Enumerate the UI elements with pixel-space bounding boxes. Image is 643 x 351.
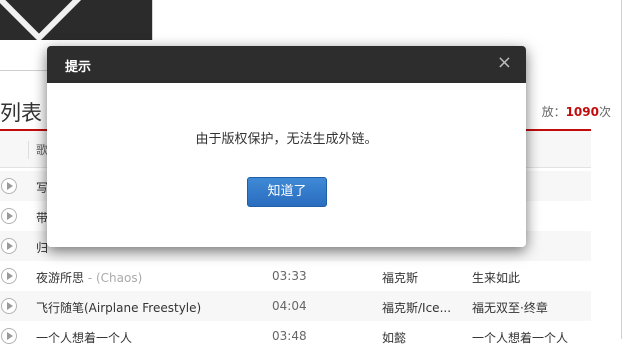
dialog-title: 提示	[65, 60, 92, 75]
song-duration: 03:48	[272, 329, 307, 343]
playlist-title: 列表	[0, 101, 42, 125]
song-title-text: 飞行随笔(Airplane Freestyle)	[36, 301, 202, 315]
dialog-message: 由于版权保护，无法生成外链。	[195, 132, 378, 147]
play-count: 放：1090次	[541, 105, 611, 119]
song-duration: 04:04	[272, 299, 307, 313]
song-duration: 03:33	[272, 269, 307, 283]
song-album[interactable]: 福无双至·终章	[472, 299, 582, 316]
song-title[interactable]: 夜游所思 - (Chaos)	[36, 269, 260, 286]
play-icon[interactable]	[1, 178, 17, 194]
table-row[interactable]: 一个人想着一个人 03:48 如懿 一个人想着一个人	[0, 321, 591, 351]
song-album[interactable]: 一个人想着一个人	[472, 329, 582, 346]
song-album[interactable]: 生来如此	[472, 269, 582, 286]
table-row[interactable]: 飞行随笔(Airplane Freestyle) 04:04 福克斯/Ice... 福…	[0, 291, 591, 321]
dialog-header: 提示 ×	[47, 46, 526, 83]
album-cover	[0, 0, 153, 40]
divider	[28, 141, 29, 159]
song-title-text: 一个人想着一个人	[36, 331, 133, 345]
divider	[621, 0, 622, 339]
play-icon[interactable]	[1, 328, 17, 344]
play-icon[interactable]	[1, 298, 17, 314]
play-icon[interactable]	[1, 268, 17, 284]
play-icon[interactable]	[1, 238, 17, 254]
song-subtitle: - (Chaos)	[84, 271, 143, 285]
ok-button[interactable]: 知道了	[247, 177, 327, 207]
cover-logo-icon	[0, 0, 88, 40]
song-artist[interactable]: 如懿	[382, 329, 462, 346]
table-row[interactable]: 夜游所思 - (Chaos) 03:33 福克斯 生来如此	[0, 261, 591, 291]
song-title[interactable]: 飞行随笔(Airplane Freestyle)	[36, 299, 260, 316]
play-icon[interactable]	[1, 208, 17, 224]
song-artist[interactable]: 福克斯	[382, 269, 462, 286]
song-title[interactable]: 一个人想着一个人	[36, 329, 260, 346]
song-artist[interactable]: 福克斯/Ice...	[382, 299, 462, 316]
close-icon[interactable]: ×	[497, 54, 512, 72]
song-title-text: 夜游所思	[36, 271, 85, 285]
notice-dialog: 提示 × 由于版权保护，无法生成外链。 知道了	[47, 46, 526, 247]
